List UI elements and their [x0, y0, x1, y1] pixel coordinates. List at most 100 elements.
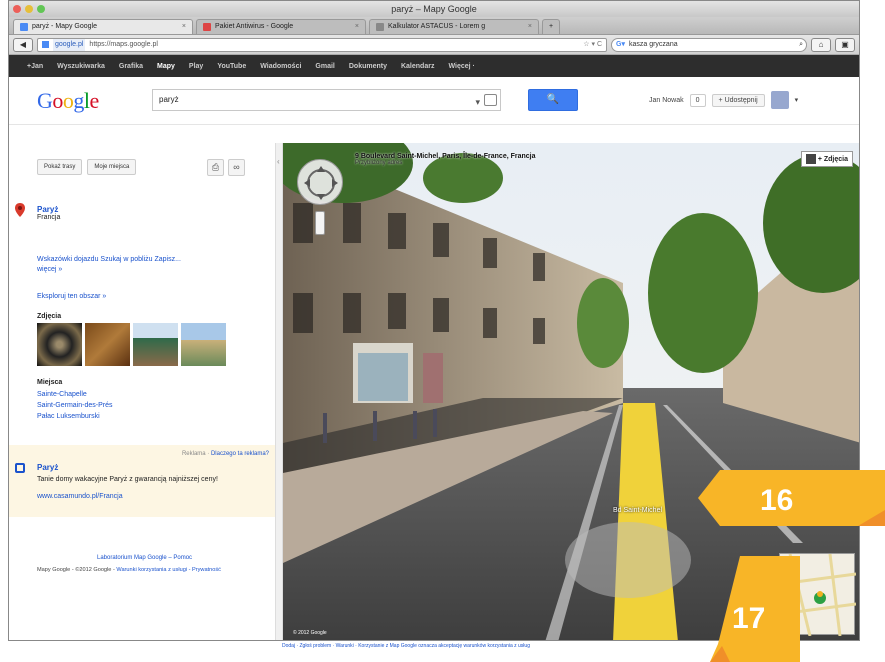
tab-bar: paryż - Mapy Google × Pakiet Antiwirus -…: [9, 17, 859, 35]
avatar[interactable]: [770, 91, 789, 109]
browser-search-text: kasza gryczana: [628, 40, 678, 48]
ad-title-link[interactable]: Paryż: [37, 463, 58, 472]
title-bar: paryż – Mapy Google: [9, 1, 859, 17]
close-window-button[interactable]: [13, 5, 21, 13]
sidebar-tools: ⎙ ∞: [207, 159, 245, 176]
dropdown-icon[interactable]: ▾: [475, 92, 480, 112]
chevron-down-icon[interactable]: ▾: [795, 96, 799, 104]
labs-help-link[interactable]: Laboratorium Map Google – Pomoc: [97, 555, 192, 561]
place-link[interactable]: Pałac Luksemburski: [37, 411, 112, 422]
ad-label: Reklama ·: [181, 451, 211, 457]
google-bar: +Jan Wyszukiwarka Grafika Mapy Play YouT…: [9, 55, 859, 77]
notifications-count[interactable]: 0: [689, 93, 706, 107]
gbar-item-search[interactable]: Wyszukiwarka: [57, 63, 105, 70]
user-name-link[interactable]: Jan Nowak: [649, 97, 684, 104]
gbar-item-more[interactable]: Więcej ·: [448, 63, 474, 70]
search-button[interactable]: 🔍: [528, 89, 578, 111]
tab-label: Pakiet Antiwirus - Google: [215, 23, 294, 30]
terms-bar[interactable]: Dodaj · Zgłoś problem · Warunki · Korzys…: [282, 643, 530, 649]
copyright-text: © 2012 Google: [293, 630, 327, 636]
map-pin-icon: [15, 203, 25, 217]
page-favicon-icon: [203, 23, 211, 31]
close-tab-icon[interactable]: ×: [355, 20, 359, 34]
search-engine-icon[interactable]: G▾: [616, 39, 625, 51]
chevron-left-icon[interactable]: ‹: [277, 157, 280, 166]
zoom-control[interactable]: [315, 211, 325, 235]
tab-label: paryż - Mapy Google: [32, 23, 97, 30]
gbar-item-images[interactable]: Grafika: [119, 63, 143, 70]
gbar-item-youtube[interactable]: YouTube: [217, 63, 246, 70]
place-country: Francja: [37, 214, 61, 221]
menu-button[interactable]: ▣: [835, 37, 855, 52]
browser-search-box[interactable]: G▾ kasza gryczana ⌕: [611, 37, 807, 52]
gbar-item-docs[interactable]: Dokumenty: [349, 63, 387, 70]
explore-area-link[interactable]: Eksploruj ten obszar »: [37, 293, 106, 300]
site-identity-icon[interactable]: [42, 41, 49, 48]
photo-thumbnail[interactable]: [85, 323, 130, 366]
zoom-window-button[interactable]: [37, 5, 45, 13]
share-button[interactable]: + Udostępnij: [711, 93, 765, 107]
photo-thumbnail[interactable]: [133, 323, 178, 366]
camera-icon: [805, 154, 816, 164]
place-actions-links[interactable]: Wskazówki dojazdu Szukaj w pobliżu Zapis…: [37, 255, 187, 275]
close-tab-icon[interactable]: ×: [182, 20, 186, 34]
sidebar-buttons: Pokaż trasy Moje miejsca: [37, 159, 137, 175]
close-tab-icon[interactable]: ×: [528, 20, 532, 34]
maps-favicon-icon: [20, 23, 28, 31]
place-link[interactable]: Saint-Germain-des-Prés: [37, 400, 112, 411]
callout-number: 17: [732, 602, 765, 635]
ad-hint: Reklama · Dlaczego ta reklama?: [182, 451, 269, 457]
pan-control[interactable]: [297, 159, 343, 205]
back-button[interactable]: ◀: [13, 37, 33, 52]
gbar-item-news[interactable]: Wiadomości: [260, 63, 301, 70]
photo-strip: [37, 323, 226, 366]
sidebar-panel: Pokaż trasy Moje miejsca ⎙ ∞ Paryż Franc…: [9, 143, 275, 640]
tab-antivirus[interactable]: Pakiet Antiwirus - Google ×: [196, 19, 366, 34]
new-tab-button[interactable]: +: [542, 19, 560, 34]
maps-header: Google paryż ▾ 🔍 Jan Nowak 0 + Udostępni…: [9, 77, 859, 125]
print-icon[interactable]: ⎙: [207, 159, 224, 176]
gbar-item-plus[interactable]: +Jan: [27, 63, 43, 70]
user-area: Jan Nowak 0 + Udostępnij ▾: [649, 91, 798, 109]
link-icon[interactable]: ∞: [228, 159, 245, 176]
callout-number: 16: [760, 484, 793, 517]
photo-thumbnail[interactable]: [37, 323, 82, 366]
sponsored-ad: Reklama · Dlaczego ta reklama? Paryż Tan…: [9, 445, 275, 517]
place-link[interactable]: Sainte-Chapelle: [37, 389, 112, 400]
photos-button[interactable]: + Zdjęcia: [800, 151, 853, 167]
directions-button[interactable]: Pokaż trasy: [37, 159, 83, 175]
reload-icon[interactable]: ☆ ▾ C: [583, 39, 602, 51]
navigation-bar: ◀ google.pl https://maps.google.pl ☆ ▾ C…: [9, 35, 859, 55]
place-result: Paryż Francja: [37, 205, 60, 221]
maps-search-input[interactable]: paryż ▾: [152, 89, 501, 111]
ad-description: Tanie domy wakacyjne Paryż z gwarancją n…: [37, 476, 218, 483]
gbar-item-play[interactable]: Play: [189, 63, 203, 70]
why-this-ad-link[interactable]: Dlaczego ta reklama?: [211, 451, 269, 457]
search-icon[interactable]: ⌕: [799, 39, 803, 51]
gbar-item-calendar[interactable]: Kalendarz: [401, 63, 434, 70]
photo-thumbnail[interactable]: [181, 323, 226, 366]
place-name-link[interactable]: Paryż: [37, 205, 60, 214]
page-favicon-icon: [376, 23, 384, 31]
keyboard-icon[interactable]: [484, 94, 497, 106]
my-places-button[interactable]: Moje miejsca: [87, 159, 137, 175]
ad-url-link[interactable]: www.casamundo.pl/Francja: [37, 493, 123, 500]
home-button[interactable]: ⌂: [811, 37, 831, 52]
places-list: Sainte-Chapelle Saint-Germain-des-Prés P…: [37, 389, 112, 422]
photos-heading: Zdjęcia: [37, 313, 62, 320]
tab-maps[interactable]: paryż - Mapy Google ×: [13, 19, 193, 34]
tab-calculator[interactable]: Kalkulator ASTACUS - Lorem g ×: [369, 19, 539, 34]
collapse-sidebar-handle[interactable]: ‹: [275, 143, 283, 640]
terms-link[interactable]: Warunki korzystania z usługi - Prywatnoś…: [116, 567, 221, 573]
footer-copyright: Mapy Google - ©2012 Google -: [37, 567, 117, 573]
gbar-item-gmail[interactable]: Gmail: [315, 63, 334, 70]
address-bar[interactable]: google.pl https://maps.google.pl ☆ ▾ C: [37, 37, 607, 52]
tab-label: Kalkulator ASTACUS - Lorem g: [388, 23, 486, 30]
callout-17: 17: [710, 556, 800, 662]
minimize-window-button[interactable]: [25, 5, 33, 13]
window-title: paryż – Mapy Google: [391, 4, 477, 14]
gbar-item-maps[interactable]: Mapy: [157, 63, 175, 70]
approximate-address-label: Przybliżony adres: [355, 160, 403, 166]
browser-window: paryż – Mapy Google paryż - Mapy Google …: [8, 0, 860, 641]
google-logo[interactable]: Google: [37, 88, 99, 114]
